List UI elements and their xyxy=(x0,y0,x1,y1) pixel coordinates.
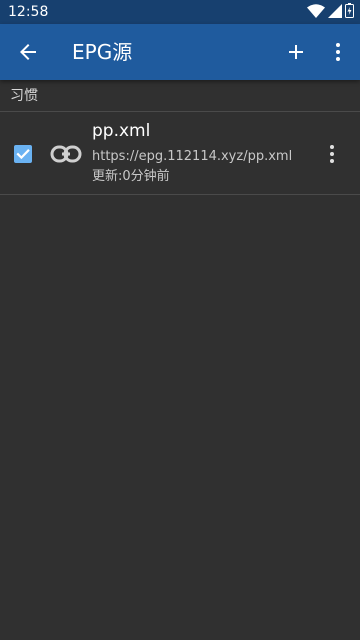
battery-icon xyxy=(345,2,354,22)
section-header-label: 习惯 xyxy=(10,88,38,104)
item-more-vert-icon[interactable] xyxy=(320,142,344,166)
source-checkbox[interactable] xyxy=(14,145,32,163)
status-icons xyxy=(307,2,354,22)
section-header: 习惯 xyxy=(0,80,360,112)
page-title: EPG源 xyxy=(72,40,133,64)
list-item[interactable]: pp.xml https://epg.112114.xyz/pp.xml 更新:… xyxy=(0,112,360,195)
wifi-icon xyxy=(307,3,325,22)
source-updated: 更新:0分钟前 xyxy=(92,169,170,184)
cell-signal-icon xyxy=(328,3,342,22)
status-bar: 12:58 xyxy=(0,0,360,24)
app-bar: EPG源 xyxy=(0,24,360,80)
back-arrow-icon[interactable] xyxy=(16,40,40,64)
status-time: 12:58 xyxy=(8,4,49,20)
more-vert-icon[interactable] xyxy=(326,40,350,64)
add-icon[interactable] xyxy=(284,40,308,64)
link-icon xyxy=(50,142,82,166)
source-name: pp.xml xyxy=(92,121,151,141)
source-url: https://epg.112114.xyz/pp.xml xyxy=(92,149,293,164)
